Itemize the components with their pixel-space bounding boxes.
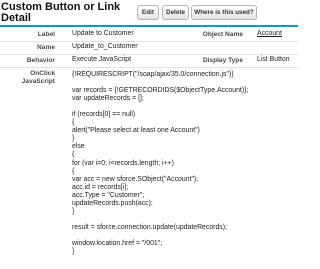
- page-title: Custom Button or Link Detail: [1, 1, 121, 24]
- row-divider: [0, 54, 298, 55]
- object-name-label: Object Name: [202, 31, 243, 38]
- code-line: }: [72, 207, 75, 215]
- code-line: result = sforce.connection.update(update…: [72, 223, 227, 231]
- code-line: {: [72, 151, 75, 159]
- where-is-this-used-button[interactable]: Where is this used?: [191, 5, 257, 20]
- behavior-field-label: Behavior: [26, 57, 55, 64]
- object-name-link[interactable]: Account: [257, 30, 282, 37]
- code-line: updateRecords.push(acc);: [72, 199, 153, 207]
- row-divider: [0, 41, 298, 42]
- code-line: }: [72, 248, 75, 256]
- name-field-label: Name: [37, 44, 55, 51]
- code-line: acc.id = records[i];: [72, 183, 129, 191]
- code-line: if (records[0] == null): [72, 111, 136, 119]
- code-line: var updateRecords = [];: [72, 95, 144, 103]
- code-line: }: [72, 135, 75, 143]
- display-type-label: Display Type: [202, 57, 243, 64]
- label-field-label: Label: [37, 31, 55, 38]
- code-line: else: [72, 143, 85, 151]
- behavior-field-value: Execute JavaScript: [72, 56, 131, 63]
- onclick-javascript-code: {!REQUIRESCRIPT("/soap/ajax/35.0/connect…: [72, 71, 296, 256]
- code-line: var acc = new sforce.SObject("Account");: [72, 175, 199, 183]
- edit-button[interactable]: Edit: [137, 5, 159, 20]
- code-line: for (var i=0; i<records.length; i++): [72, 159, 174, 167]
- row-divider: [0, 67, 298, 68]
- onclick-javascript-label: OnClick JavaScript: [21, 70, 55, 85]
- delete-button[interactable]: Delete: [162, 5, 189, 20]
- name-field-value: Update_to_Customer: [72, 43, 138, 50]
- code-line: {!REQUIRESCRIPT("/soap/ajax/35.0/connect…: [72, 71, 234, 78]
- label-field-value: Update to Customer: [72, 30, 134, 37]
- code-line: alert("Please select at least one Accoun…: [72, 127, 200, 135]
- code-line: acc.Type = "Customer";: [72, 191, 145, 199]
- code-line: var records = {!GETRECORDIDS($ObjectType…: [72, 87, 249, 95]
- code-line: {: [72, 119, 75, 127]
- display-type-value: List Button: [257, 56, 290, 63]
- code-line: {: [72, 167, 75, 175]
- code-line: window.location.href = "/001";: [72, 239, 163, 247]
